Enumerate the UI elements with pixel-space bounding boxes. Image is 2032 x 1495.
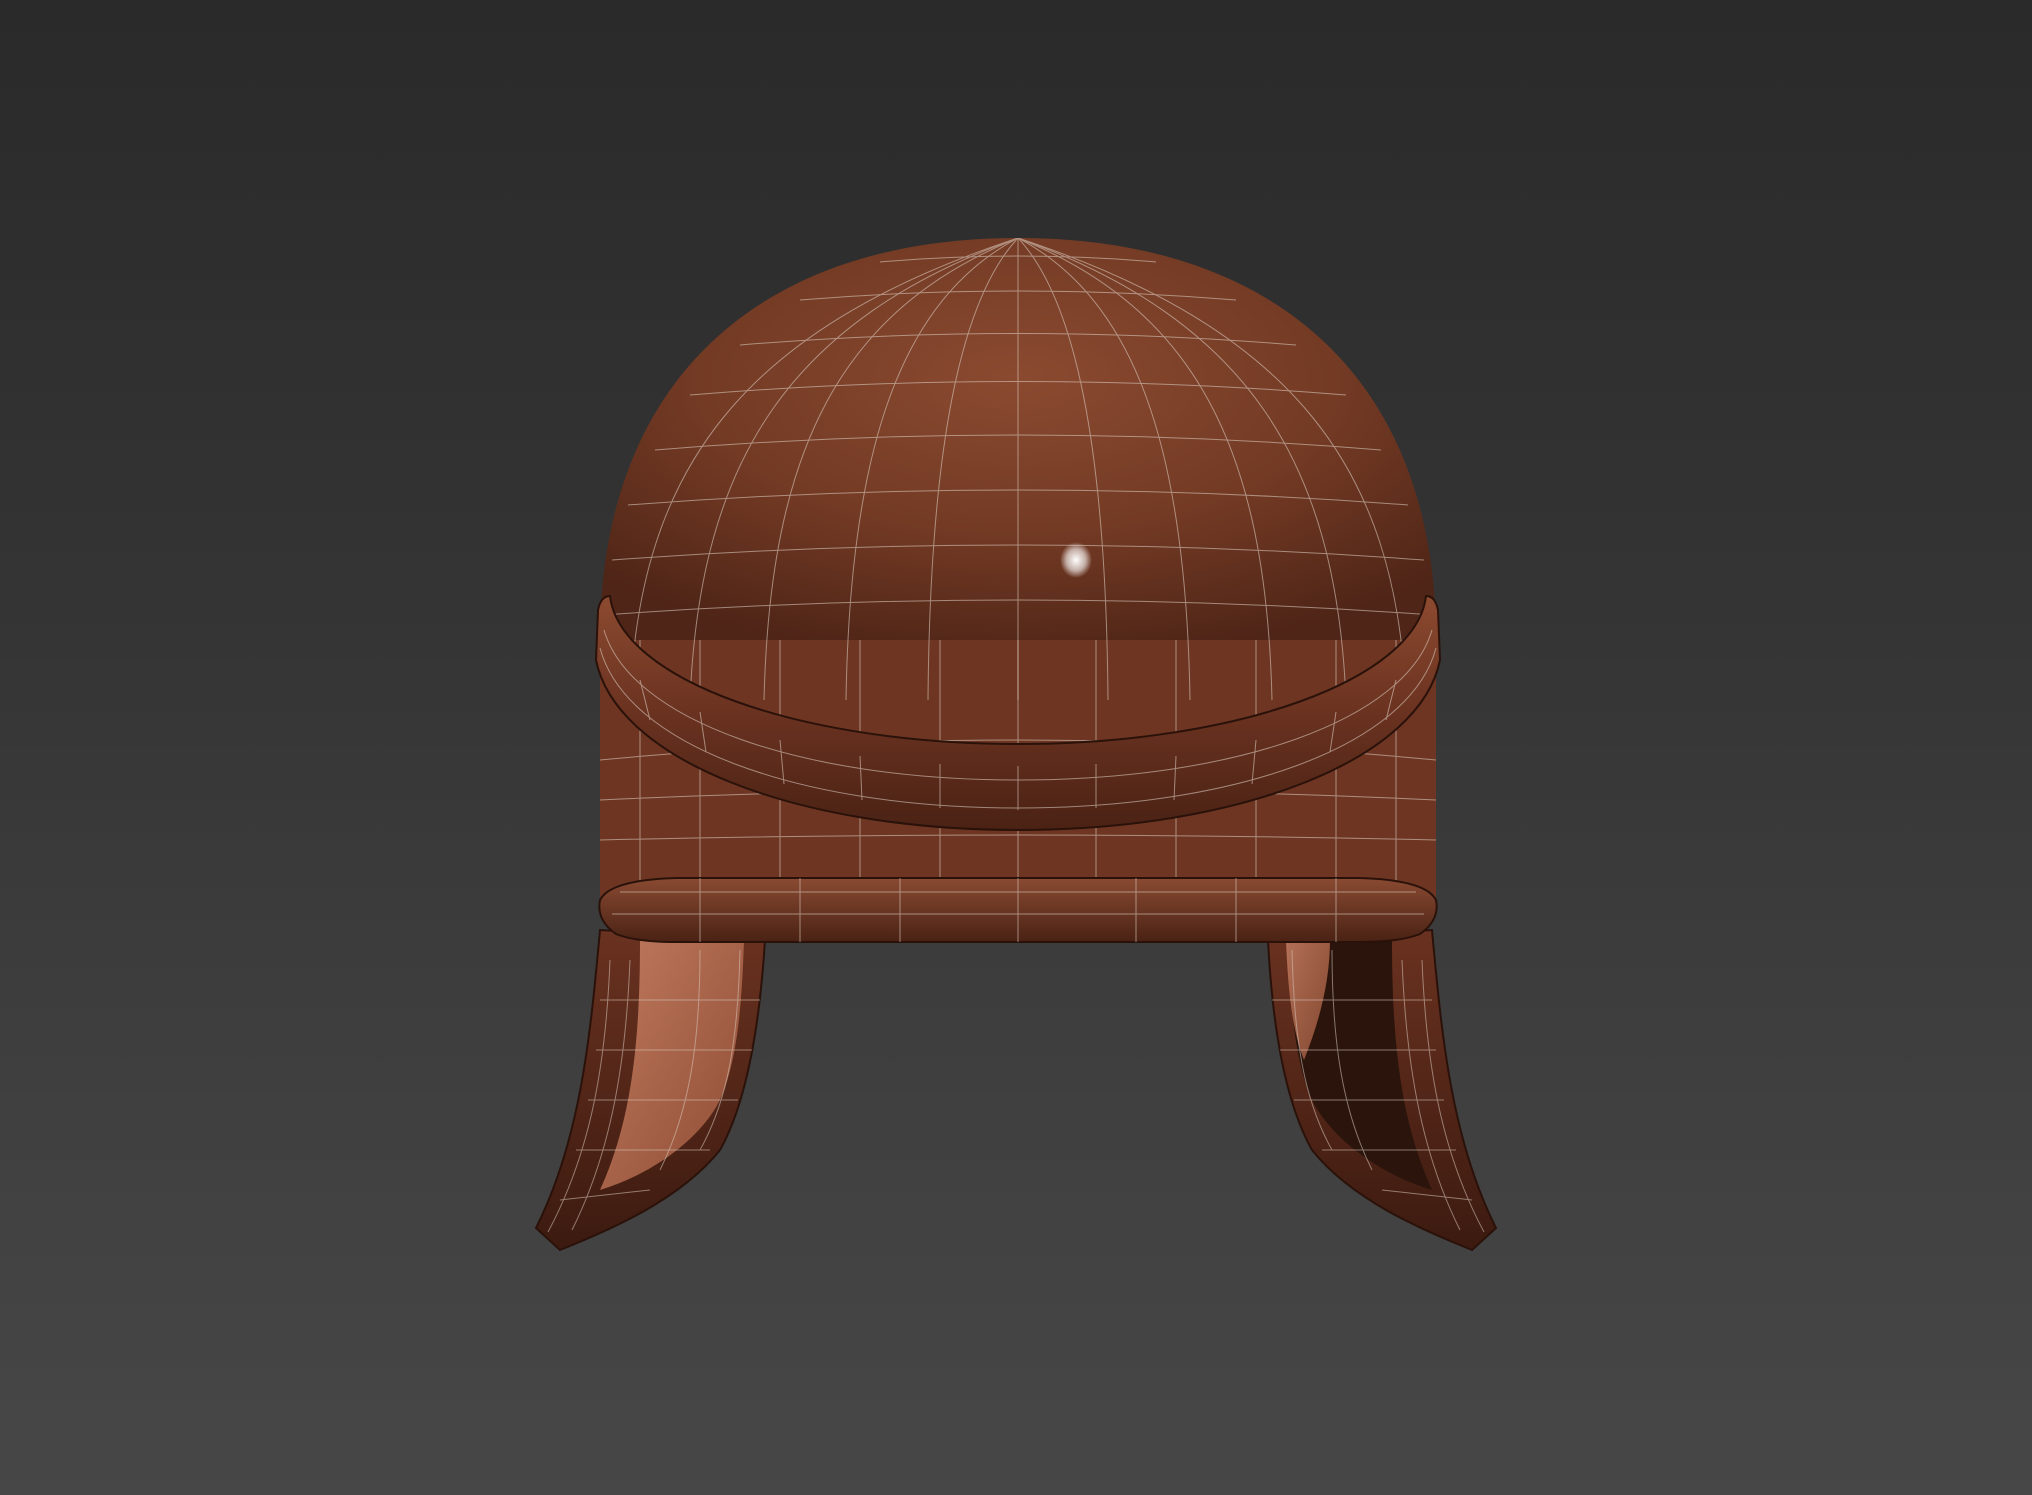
helmet-rim bbox=[598, 877, 1438, 943]
specular-highlight bbox=[1060, 542, 1092, 578]
right-ear-flap bbox=[1266, 928, 1498, 1252]
3d-viewport[interactable] bbox=[0, 0, 2032, 1495]
left-ear-flap bbox=[534, 928, 767, 1252]
helmet-dome bbox=[600, 238, 1436, 700]
helmet-render bbox=[534, 238, 1498, 1252]
